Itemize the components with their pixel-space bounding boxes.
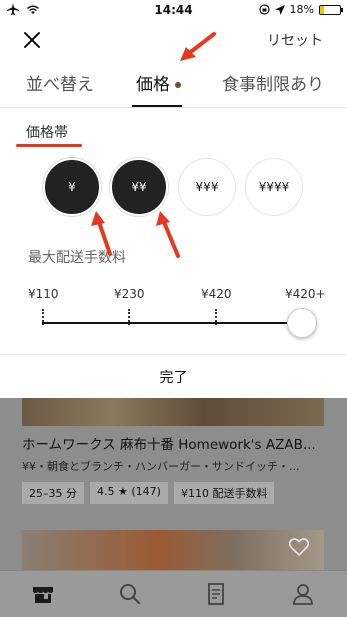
restaurant-photo bbox=[22, 398, 324, 426]
fee-label-3: ¥420 bbox=[201, 287, 232, 301]
status-right: 18% bbox=[258, 3, 343, 16]
home-store-icon[interactable] bbox=[30, 581, 56, 607]
account-person-icon[interactable] bbox=[290, 581, 316, 607]
price-range-title: 価格帯 bbox=[26, 125, 68, 141]
heart-icon bbox=[289, 538, 309, 556]
battery-icon bbox=[319, 4, 343, 15]
tab-price[interactable]: 価格 bbox=[136, 70, 181, 95]
rating-chip: 4.5 ★ (147) bbox=[90, 482, 168, 504]
filter-tabs: 並べ替え 価格 食事制限あり bbox=[0, 58, 347, 108]
rating-count: (147) bbox=[131, 485, 161, 498]
price-option-4[interactable]: ¥¥¥¥ bbox=[245, 158, 303, 216]
close-icon[interactable] bbox=[20, 28, 44, 52]
tab-dietary-label: 食事制限あり bbox=[222, 75, 324, 95]
price-option-1-label: ¥ bbox=[68, 180, 76, 194]
restaurant-photo-2 bbox=[22, 530, 324, 570]
price-range-title-underline bbox=[16, 144, 82, 147]
tab-dietary[interactable]: 食事制限あり bbox=[222, 70, 324, 95]
price-option-3[interactable]: ¥¥¥ bbox=[178, 158, 236, 216]
status-bar: 14:44 18% bbox=[0, 0, 347, 20]
rating-value: 4.5 bbox=[97, 485, 115, 498]
price-option-4-label: ¥¥¥¥ bbox=[258, 180, 290, 194]
fee-label-1: ¥110 bbox=[28, 287, 59, 301]
price-options: ¥ ¥¥ ¥¥¥ ¥¥¥¥ bbox=[0, 155, 347, 219]
battery-percent: 18% bbox=[289, 3, 314, 16]
fee-label-2: ¥230 bbox=[114, 287, 145, 301]
price-option-2-label: ¥¥ bbox=[131, 180, 147, 194]
location-icon bbox=[274, 4, 285, 15]
orders-receipt-icon[interactable] bbox=[203, 581, 229, 607]
fee-slider-labels: ¥110 ¥230 ¥420 ¥420+ bbox=[0, 287, 347, 303]
fee-label-4: ¥420+ bbox=[285, 287, 326, 301]
restaurant-chips: 25–35 分 4.5 ★ (147) ¥110 配送手数料 bbox=[22, 482, 275, 504]
eta-chip: 25–35 分 bbox=[22, 482, 84, 504]
restaurant-title: ホームワークス 麻布十番 Homework's AZAB... bbox=[22, 437, 316, 453]
background-listing: ホームワークス 麻布十番 Homework's AZAB... ¥¥・朝食とブラ… bbox=[0, 398, 347, 570]
tab-price-label: 価格 bbox=[136, 75, 170, 95]
fee-slider-track[interactable] bbox=[42, 322, 302, 324]
bottom-tab-bar bbox=[0, 570, 347, 617]
price-option-1[interactable]: ¥ bbox=[43, 158, 101, 216]
battery-level bbox=[320, 5, 324, 14]
price-option-3-label: ¥¥¥ bbox=[195, 180, 219, 194]
fee-slider-thumb[interactable] bbox=[287, 308, 317, 338]
tab-active-underline bbox=[132, 105, 182, 107]
delivery-fee-chip: ¥110 配送手数料 bbox=[173, 482, 275, 504]
done-label: 完了 bbox=[159, 369, 188, 386]
restaurant-subtitle: ¥¥・朝食とブランチ・ハンバーガー・サンドイッチ・... bbox=[22, 460, 300, 473]
max-delivery-fee-title: 最大配送手数料 bbox=[28, 250, 126, 266]
price-option-2[interactable]: ¥¥ bbox=[110, 158, 168, 216]
done-button[interactable]: 完了 bbox=[0, 354, 347, 398]
header: リセット bbox=[0, 22, 347, 58]
star-icon: ★ bbox=[118, 485, 128, 498]
tab-active-dot bbox=[175, 82, 181, 88]
reset-button[interactable]: リセット bbox=[267, 30, 323, 50]
tab-sort[interactable]: 並べ替え bbox=[26, 70, 94, 95]
lock-rotation-icon bbox=[258, 4, 270, 15]
tab-sort-label: 並べ替え bbox=[26, 75, 94, 95]
search-icon[interactable] bbox=[117, 581, 143, 607]
